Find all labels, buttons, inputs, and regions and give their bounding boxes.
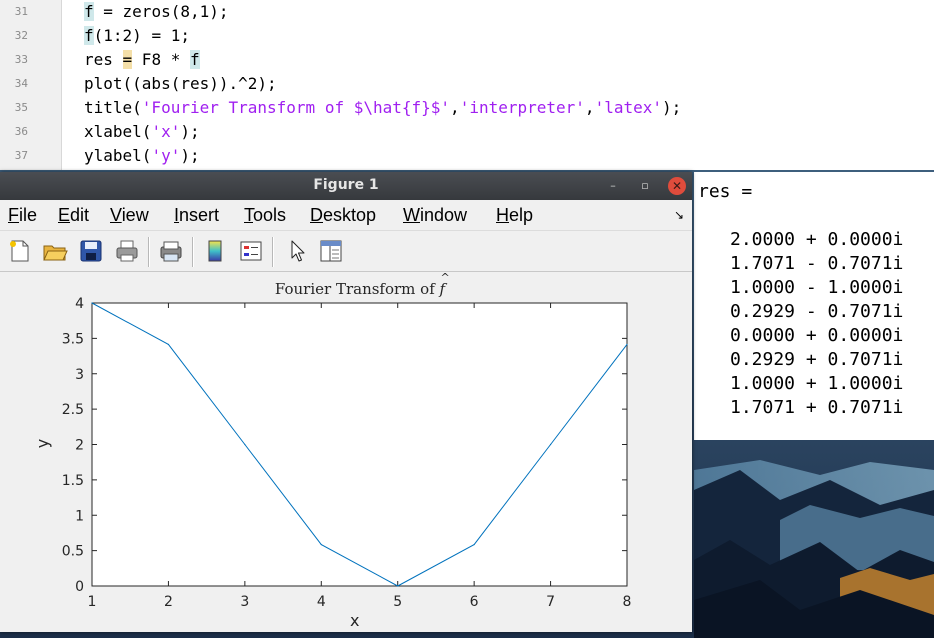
menu-edit[interactable]: Edit bbox=[58, 205, 89, 226]
data-point bbox=[549, 443, 552, 446]
figure-title: Figure 1 bbox=[313, 177, 379, 193]
figure-titlebar[interactable]: Figure 1 – ▫ ✕ bbox=[0, 172, 692, 200]
data-point bbox=[626, 343, 628, 346]
y-tick-label: 4 bbox=[75, 296, 84, 312]
y-tick-label: 3 bbox=[75, 367, 84, 383]
data-point bbox=[167, 343, 170, 346]
x-axis-label: x bbox=[350, 611, 360, 630]
code-text[interactable]: f = zeros(8,1); bbox=[84, 0, 229, 24]
figure-window[interactable]: Figure 1 – ▫ ✕ File Edit View Insert Tools De… bbox=[0, 172, 692, 632]
y-tick-label: 0 bbox=[75, 579, 84, 595]
minimize-button[interactable]: – bbox=[604, 177, 622, 195]
property-editor-icon[interactable] bbox=[318, 238, 344, 264]
result-row: 1.7071 - 0.7071i bbox=[730, 253, 904, 274]
x-tick-label: 3 bbox=[240, 594, 249, 610]
close-button[interactable]: ✕ bbox=[668, 177, 686, 195]
legend-icon[interactable] bbox=[238, 238, 264, 264]
y-tick-label: 0.5 bbox=[62, 544, 84, 560]
result-variable-label: res = bbox=[698, 181, 753, 202]
open-folder-icon[interactable] bbox=[42, 238, 68, 264]
code-text[interactable]: res = F8 * f bbox=[84, 48, 200, 72]
x-tick-label: 4 bbox=[317, 594, 326, 610]
axes-box bbox=[91, 302, 628, 587]
code-line[interactable]: 31 f = zeros(8,1); bbox=[0, 0, 934, 24]
figure-canvas[interactable]: Fourier Transform of f 1234567800.511.52… bbox=[0, 272, 692, 632]
code-editor[interactable]: 31 f = zeros(8,1); 32 f(1:2) = 1; 33 res = F8… bbox=[0, 0, 934, 170]
line-number: 36 bbox=[14, 125, 28, 138]
line-number: 34 bbox=[14, 77, 28, 90]
y-tick-label: 1.5 bbox=[62, 473, 84, 489]
y-axis-label: y bbox=[33, 438, 53, 449]
code-text[interactable]: xlabel('x'); bbox=[84, 120, 200, 144]
result-row: 2.0000 + 0.0000i bbox=[730, 229, 904, 250]
result-row: 1.7071 + 0.7071i bbox=[730, 397, 904, 418]
line-number: 33 bbox=[14, 53, 28, 66]
menu-file[interactable]: File bbox=[8, 205, 37, 226]
x-tick-label: 8 bbox=[623, 594, 632, 610]
line-number: 31 bbox=[14, 5, 28, 18]
x-tick-label: 2 bbox=[164, 594, 173, 610]
result-row: 1.0000 - 1.0000i bbox=[730, 277, 904, 298]
cursor-icon[interactable] bbox=[284, 238, 310, 264]
result-row: 1.0000 + 1.0000i bbox=[730, 373, 904, 394]
colorbar-icon[interactable] bbox=[202, 238, 228, 264]
y-tick-label: 2.5 bbox=[62, 402, 84, 418]
line-number: 37 bbox=[14, 149, 28, 162]
maximize-button[interactable]: ▫ bbox=[636, 177, 654, 195]
x-tick-label: 1 bbox=[88, 594, 97, 610]
code-line[interactable]: 36 xlabel('x'); bbox=[0, 120, 934, 144]
figure-menubar: File Edit View Insert Tools Desktop Window Help… bbox=[0, 200, 692, 230]
menu-desktop[interactable]: Desktop bbox=[310, 205, 376, 226]
y-tick-label: 2 bbox=[75, 438, 84, 454]
menu-help[interactable]: Help bbox=[496, 205, 533, 226]
code-line[interactable]: 33 res = F8 * f bbox=[0, 48, 934, 72]
code-text[interactable]: plot((abs(res)).^2); bbox=[84, 72, 277, 96]
data-point bbox=[397, 585, 399, 587]
result-row: 0.0000 + 0.0000i bbox=[730, 325, 904, 346]
toolbar-separator bbox=[272, 237, 274, 267]
print-icon[interactable] bbox=[114, 238, 140, 264]
command-window-output: res = 2.0000 + 0.0000i 1.7071 - 0.7071i 1.… bbox=[694, 172, 934, 440]
x-tick-label: 7 bbox=[546, 594, 555, 610]
y-tick-label: 3.5 bbox=[62, 331, 84, 347]
data-point bbox=[320, 543, 322, 546]
data-point bbox=[244, 443, 246, 446]
line-number: 32 bbox=[14, 29, 28, 42]
code-line[interactable]: 37 ylabel('y'); bbox=[0, 144, 934, 168]
y-tick-label: 1 bbox=[75, 508, 84, 524]
code-line[interactable]: 32 f(1:2) = 1; bbox=[0, 24, 934, 48]
data-point bbox=[91, 302, 93, 304]
dock-icon[interactable]: ↘ bbox=[674, 208, 684, 222]
menu-view[interactable]: View bbox=[110, 205, 149, 226]
figure-toolbar bbox=[0, 230, 692, 272]
x-tick-label: 6 bbox=[470, 594, 479, 610]
menu-window[interactable]: Window bbox=[403, 205, 467, 226]
code-text[interactable]: title('Fourier Transform of $\hat{f}$','… bbox=[84, 96, 681, 120]
result-row: 0.2929 + 0.7071i bbox=[730, 349, 904, 370]
code-text[interactable]: f(1:2) = 1; bbox=[84, 24, 190, 48]
plot-axes[interactable]: 1 2 3 4 5 6 7 8 0 0.5 1 1.5 2 2.5 3 3.5 4 bbox=[0, 272, 692, 632]
code-text[interactable]: ylabel('y'); bbox=[84, 144, 200, 168]
result-row: 0.2929 - 0.7071i bbox=[730, 301, 904, 322]
data-point bbox=[473, 543, 475, 546]
toolbar-separator bbox=[192, 237, 194, 267]
new-file-icon[interactable] bbox=[6, 238, 32, 264]
x-tick-label: 5 bbox=[393, 594, 402, 610]
save-icon[interactable] bbox=[78, 238, 104, 264]
print-preview-icon[interactable] bbox=[158, 238, 184, 264]
code-line[interactable]: 35 title('Fourier Transform of $\hat{f}$'… bbox=[0, 96, 934, 120]
menu-insert[interactable]: Insert bbox=[174, 205, 219, 226]
line-number: 35 bbox=[14, 101, 28, 114]
menu-tools[interactable]: Tools bbox=[244, 205, 286, 226]
code-line[interactable]: 34 plot((abs(res)).^2); bbox=[0, 72, 934, 96]
toolbar-separator bbox=[148, 237, 150, 267]
